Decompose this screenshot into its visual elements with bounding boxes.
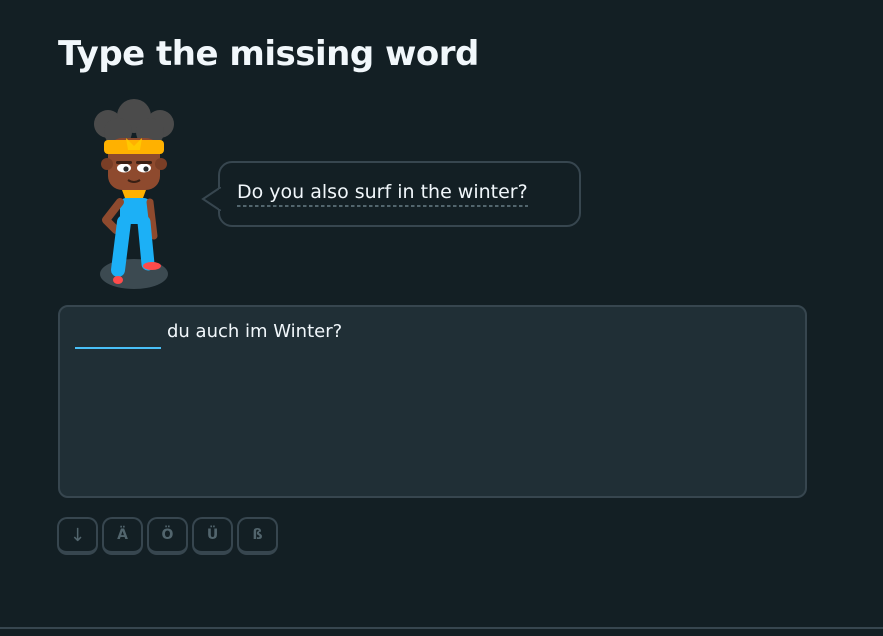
character-illustration	[94, 99, 174, 289]
key-u-umlaut[interactable]: Ü	[192, 517, 233, 555]
special-character-keys: ↓ Ä Ö Ü ß	[57, 517, 278, 555]
page-title: Type the missing word	[58, 34, 479, 74]
speech-bubble: Do you also surf in the winter?	[201, 161, 581, 227]
missing-word-input[interactable]	[75, 319, 161, 349]
key-o-umlaut[interactable]: Ö	[147, 517, 188, 555]
speech-bubble-tail	[201, 187, 221, 211]
lesson-screen: Type the missing word Do you also surf i…	[0, 0, 883, 636]
key-eszett[interactable]: ß	[237, 517, 278, 555]
collapse-keys-button[interactable]: ↓	[57, 517, 98, 555]
key-a-umlaut[interactable]: Ä	[102, 517, 143, 555]
prompt-text[interactable]: Do you also surf in the winter?	[237, 181, 528, 207]
sentence-text: du auch im Winter?	[167, 321, 343, 342]
answer-box: du auch im Winter?	[58, 305, 807, 498]
footer-divider	[0, 627, 883, 629]
